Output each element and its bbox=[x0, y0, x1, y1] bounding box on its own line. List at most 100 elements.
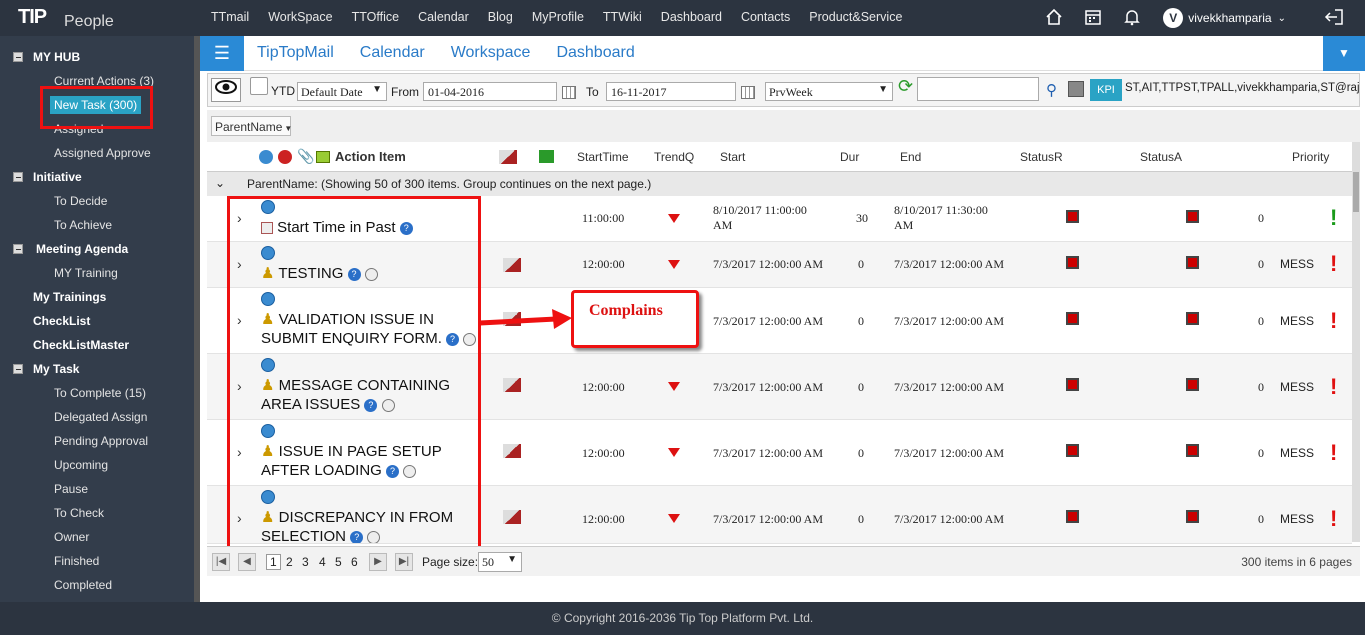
nav-ttoffice[interactable]: TTOffice bbox=[352, 10, 399, 24]
table-row[interactable]: › ♟ ISSUE IN PAGE SETUP AFTER LOADING ? … bbox=[207, 420, 1352, 486]
search-input[interactable] bbox=[917, 77, 1039, 101]
prev-page-icon[interactable]: ◀ bbox=[238, 553, 256, 571]
chevron-right-icon[interactable]: › bbox=[237, 210, 242, 226]
sidebar-item-new-task[interactable]: New Task (300) bbox=[50, 96, 142, 114]
clock-icon[interactable] bbox=[403, 464, 417, 478]
grid-scrollbar-thumb[interactable] bbox=[1353, 172, 1359, 212]
calendar-icon[interactable] bbox=[1082, 8, 1104, 28]
next-page-icon[interactable]: ▶ bbox=[369, 553, 387, 571]
logout-icon[interactable] bbox=[1323, 8, 1345, 28]
page-6[interactable]: 6 bbox=[351, 555, 358, 569]
sidebar-item-assigned[interactable]: Assigned bbox=[54, 122, 103, 136]
sidebar-item-upcoming[interactable]: Upcoming bbox=[54, 458, 108, 472]
clock-icon[interactable] bbox=[367, 530, 381, 543]
sidebar-item-to-achieve[interactable]: To Achieve bbox=[54, 218, 112, 232]
sidebar-item-checklist[interactable]: CheckList bbox=[33, 314, 90, 328]
sidebar-item-initiative[interactable]: Initiative bbox=[33, 170, 82, 184]
chevron-right-icon[interactable]: › bbox=[237, 378, 242, 394]
nav-ttmail[interactable]: TTmail bbox=[211, 10, 249, 24]
sidebar-item-to-decide[interactable]: To Decide bbox=[54, 194, 107, 208]
nav-blog[interactable]: Blog bbox=[488, 10, 513, 24]
table-row[interactable]: › Start Time in Past ? 11:00:00 8/10/201… bbox=[207, 196, 1352, 242]
nav-calendar[interactable]: Calendar bbox=[418, 10, 469, 24]
header-start[interactable]: Start bbox=[720, 150, 745, 164]
header-priority[interactable]: Priority bbox=[1292, 150, 1329, 164]
sidebar-item-owner[interactable]: Owner bbox=[54, 530, 89, 544]
home-icon[interactable] bbox=[1043, 8, 1065, 28]
help-icon[interactable]: ? bbox=[347, 267, 361, 281]
task-title[interactable]: TESTING bbox=[278, 265, 343, 282]
task-title[interactable]: Start Time in Past bbox=[277, 219, 395, 236]
task-title[interactable]: MESSAGE CONTAINING AREA ISSUES bbox=[261, 377, 450, 413]
clock-icon[interactable] bbox=[381, 398, 395, 412]
help-icon[interactable]: ? bbox=[364, 398, 378, 412]
from-date-input[interactable]: 01-04-2016 bbox=[423, 82, 557, 101]
clock-icon[interactable] bbox=[463, 332, 477, 346]
table-row[interactable]: › ♟ TESTING ? 12:00:00 7/3/2017 12:00:00… bbox=[207, 242, 1352, 288]
page-size-select[interactable]: 50 ▼ bbox=[478, 552, 522, 572]
header-dur[interactable]: Dur bbox=[840, 150, 859, 164]
page-5[interactable]: 5 bbox=[335, 555, 342, 569]
help-icon[interactable]: ? bbox=[386, 464, 400, 478]
refresh-icon[interactable]: ⟳ bbox=[898, 76, 913, 97]
calendar-picker-icon[interactable] bbox=[741, 86, 755, 99]
last-page-icon[interactable]: ▶| bbox=[395, 553, 413, 571]
sidebar-item-assigned-approve[interactable]: Assigned Approve bbox=[54, 146, 151, 160]
collapse-icon[interactable] bbox=[13, 52, 23, 62]
first-page-icon[interactable]: |◀ bbox=[212, 553, 230, 571]
sidebar-item-my-task[interactable]: My Task bbox=[33, 362, 79, 376]
sidebar-item-delegated-assign[interactable]: Delegated Assign bbox=[54, 410, 147, 424]
chevron-right-icon[interactable]: › bbox=[237, 510, 242, 526]
print-icon[interactable] bbox=[1068, 81, 1084, 97]
page-1[interactable]: 1 bbox=[266, 554, 281, 570]
page-3[interactable]: 3 bbox=[302, 555, 309, 569]
sidebar-item-meeting-agenda[interactable]: Meeting Agenda bbox=[36, 242, 128, 256]
eye-icon[interactable] bbox=[211, 78, 241, 102]
sidebar-item-pause[interactable]: Pause bbox=[54, 482, 88, 496]
header-trend[interactable]: TrendQ bbox=[654, 150, 694, 164]
chevron-right-icon[interactable]: › bbox=[237, 256, 242, 272]
collapse-icon[interactable] bbox=[13, 172, 23, 182]
sidebar-item-pending-approval[interactable]: Pending Approval bbox=[54, 434, 148, 448]
collapse-icon[interactable] bbox=[13, 364, 23, 374]
header-action-item[interactable]: Action Item bbox=[335, 149, 406, 164]
nav-myprofile[interactable]: MyProfile bbox=[532, 10, 584, 24]
table-row[interactable]: › ♟ MESSAGE CONTAINING AREA ISSUES ? 12:… bbox=[207, 354, 1352, 420]
nav-workspace[interactable]: WorkSpace bbox=[268, 10, 332, 24]
clock-icon[interactable] bbox=[364, 267, 378, 281]
group-parentname-button[interactable]: ParentName ▼ bbox=[211, 116, 292, 136]
nav-dashboard[interactable]: Dashboard bbox=[661, 10, 722, 24]
sidebar-item-checklist-master[interactable]: CheckListMaster bbox=[33, 338, 129, 352]
nav-ttwiki[interactable]: TTWiki bbox=[603, 10, 642, 24]
sidebar-item-my-hub[interactable]: MY HUB bbox=[33, 50, 80, 64]
header-end[interactable]: End bbox=[900, 150, 921, 164]
hamburger-menu-icon[interactable]: ☰ bbox=[200, 36, 244, 71]
collapse-icon[interactable] bbox=[13, 244, 23, 254]
nav-contacts[interactable]: Contacts bbox=[741, 10, 790, 24]
subnav-dashboard[interactable]: Dashboard bbox=[556, 44, 634, 62]
caret-down-icon[interactable]: ▼ bbox=[1323, 36, 1365, 71]
header-status-a[interactable]: StatusA bbox=[1140, 150, 1182, 164]
calendar-picker-icon[interactable] bbox=[562, 86, 576, 99]
table-row[interactable]: › ♟ DISCREPANCY IN FROM SELECTION ? 12:0… bbox=[207, 486, 1352, 544]
sidebar-item-completed[interactable]: Completed bbox=[54, 578, 112, 592]
user-menu[interactable]: V vivekkhamparia ⌄ bbox=[1163, 8, 1286, 28]
sidebar-scrollbar[interactable] bbox=[194, 36, 200, 602]
date-type-select[interactable]: Default Date ▼ bbox=[297, 82, 387, 101]
sidebar-item-to-check[interactable]: To Check bbox=[54, 506, 104, 520]
app-logo[interactable]: TIP bbox=[18, 6, 47, 29]
subnav-tiptopmail[interactable]: TipTopMail bbox=[257, 44, 334, 62]
kpi-button[interactable]: KPI bbox=[1090, 79, 1122, 101]
chevron-right-icon[interactable]: › bbox=[237, 444, 242, 460]
ytd-checkbox[interactable] bbox=[250, 77, 268, 95]
sidebar-item-finished[interactable]: Finished bbox=[54, 554, 99, 568]
help-icon[interactable]: ? bbox=[399, 221, 413, 235]
header-status-r[interactable]: StatusR bbox=[1020, 150, 1063, 164]
page-4[interactable]: 4 bbox=[319, 555, 326, 569]
help-icon[interactable]: ? bbox=[350, 530, 364, 543]
subnav-calendar[interactable]: Calendar bbox=[360, 44, 425, 62]
group-row[interactable]: ⌄ ParentName: (Showing 50 of 300 items. … bbox=[207, 172, 1352, 196]
task-title[interactable]: VALIDATION ISSUE IN SUBMIT ENQUIRY FORM. bbox=[261, 311, 442, 347]
to-date-input[interactable]: 16-11-2017 bbox=[606, 82, 736, 101]
table-row[interactable]: › ♟ VALIDATION ISSUE IN SUBMIT ENQUIRY F… bbox=[207, 288, 1352, 354]
